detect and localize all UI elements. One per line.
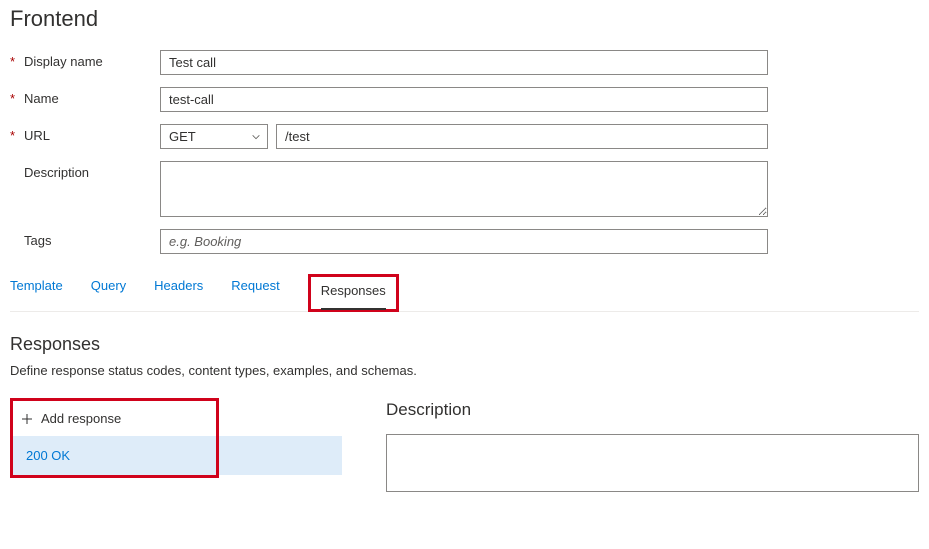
add-response-button[interactable]: Add response	[13, 401, 216, 436]
input-tags[interactable]	[160, 229, 768, 254]
tab-request[interactable]: Request	[231, 274, 279, 311]
input-url-path[interactable]	[276, 124, 768, 149]
row-description: Description	[10, 161, 919, 217]
select-http-method-value: GET	[169, 129, 196, 144]
tab-headers[interactable]: Headers	[154, 274, 203, 311]
label-description: Description	[24, 165, 89, 180]
row-url: * URL GET	[10, 124, 919, 149]
label-tags: Tags	[24, 233, 51, 248]
input-display-name[interactable]	[160, 50, 768, 75]
responses-subtitle: Define response status codes, content ty…	[10, 363, 919, 378]
add-response-label: Add response	[41, 411, 121, 426]
tab-query[interactable]: Query	[91, 274, 126, 311]
tab-template[interactable]: Template	[10, 274, 63, 311]
response-item-200[interactable]: 200 OK	[10, 436, 342, 475]
label-url: URL	[24, 128, 50, 143]
annotation-highlight-response-list: Add response 200 OK	[10, 398, 219, 478]
chevron-down-icon	[251, 132, 261, 142]
label-name: Name	[24, 91, 59, 106]
row-name: * Name	[10, 87, 919, 112]
row-tags: Tags	[10, 229, 919, 254]
responses-title: Responses	[10, 334, 919, 355]
tabs-bar: Template Query Headers Request Responses	[10, 274, 919, 312]
page-title: Frontend	[10, 6, 919, 32]
label-display-name: Display name	[24, 54, 103, 69]
tab-responses[interactable]: Responses	[321, 279, 386, 310]
required-marker: *	[10, 91, 24, 106]
response-detail-panel: Description	[348, 398, 919, 492]
annotation-highlight-responses-tab: Responses	[308, 274, 399, 312]
row-display-name: * Display name	[10, 50, 919, 75]
required-marker: *	[10, 54, 24, 69]
textarea-description[interactable]	[160, 161, 768, 217]
responses-area: Add response 200 OK Description	[10, 398, 919, 492]
select-http-method[interactable]: GET	[160, 124, 268, 149]
response-description-label: Description	[386, 400, 919, 420]
plus-icon	[21, 413, 33, 425]
required-marker: *	[10, 128, 24, 143]
response-description-input[interactable]	[386, 434, 919, 492]
input-name[interactable]	[160, 87, 768, 112]
